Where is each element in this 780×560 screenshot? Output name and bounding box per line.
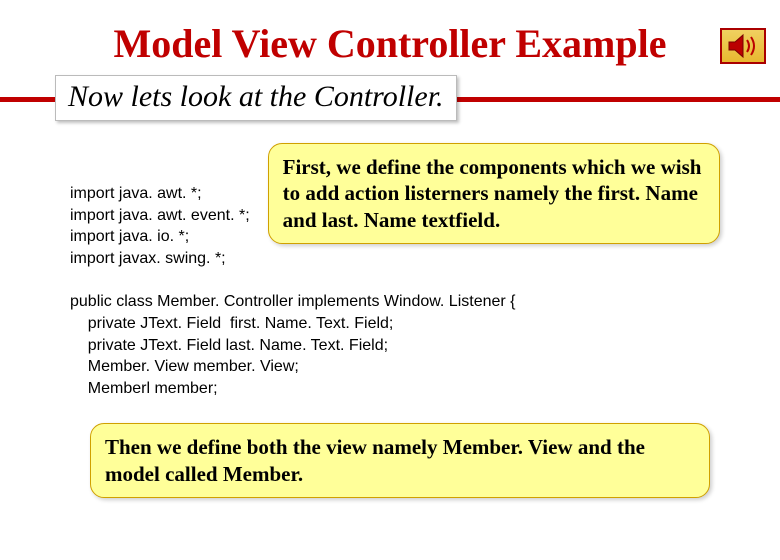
code-line: private JText. Field first. Name. Text. … (70, 315, 393, 332)
class-code: public class Member. Controller implemen… (70, 291, 720, 399)
title-divider: Now lets look at the Controller. (0, 75, 780, 125)
code-line: Memberl member; (70, 380, 218, 397)
slide-title: Model View Controller Example (0, 20, 780, 67)
import-line: import javax. swing. *; (70, 248, 250, 270)
import-line: import java. awt. event. *; (70, 205, 250, 227)
speaker-icon[interactable] (720, 28, 766, 64)
import-line: import java. io. *; (70, 226, 250, 248)
import-line: import java. awt. *; (70, 183, 250, 205)
subtitle: Now lets look at the Controller. (55, 75, 457, 121)
imports-code: import java. awt. *; import java. awt. e… (70, 183, 250, 269)
code-line: public class Member. Controller implemen… (70, 293, 516, 310)
callout-first: First, we define the components which we… (268, 143, 720, 244)
code-line: private JText. Field last. Name. Text. F… (70, 337, 388, 354)
content-area: import java. awt. *; import java. awt. e… (0, 125, 780, 498)
code-line: Member. View member. View; (70, 358, 299, 375)
callout-second: Then we define both the view namely Memb… (90, 423, 710, 498)
